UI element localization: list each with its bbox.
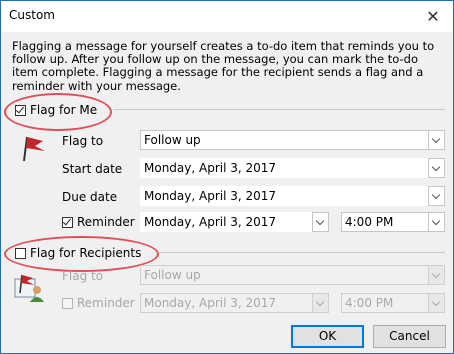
chevron-down-icon[interactable]	[428, 212, 445, 232]
section-divider	[159, 252, 445, 253]
reminder-label: Reminder	[77, 215, 135, 229]
reminder-time-input[interactable]: 4:00 PM	[341, 212, 429, 232]
recipients-flag-to-label: Flag to	[62, 269, 104, 283]
ok-button[interactable]: OK	[291, 325, 364, 348]
start-date-label: Start date	[62, 162, 123, 176]
recipient-flag-icon	[14, 274, 44, 302]
chevron-down-icon[interactable]	[428, 265, 445, 285]
highlight-oval-flag-for-me	[4, 93, 112, 131]
flag-to-label: Flag to	[62, 134, 104, 148]
chevron-down-icon[interactable]	[428, 186, 445, 206]
recipients-flag-to-select[interactable]: Follow up	[140, 265, 429, 285]
description-text: Flagging a message for yourself creates …	[12, 39, 435, 93]
reminder-date-input[interactable]: Monday, April 3, 2017	[140, 212, 313, 232]
chevron-down-icon[interactable]	[312, 212, 329, 232]
recipients-reminder-time-input[interactable]: 4:00 PM	[341, 293, 429, 313]
dialog-title: Custom	[9, 8, 55, 22]
title-bar: Custom ✕	[1, 1, 453, 32]
recipients-reminder-checkbox[interactable]: Reminder	[62, 295, 135, 311]
cancel-button[interactable]: Cancel	[373, 325, 446, 348]
red-flag-icon	[23, 136, 45, 162]
chevron-down-icon[interactable]	[312, 293, 329, 313]
chevron-down-icon[interactable]	[428, 158, 445, 178]
reminder-check[interactable]	[62, 216, 73, 228]
close-icon[interactable]: ✕	[413, 1, 453, 32]
highlight-oval-flag-for-recipients	[4, 236, 159, 272]
recipients-reminder-date-input[interactable]: Monday, April 3, 2017	[140, 293, 313, 313]
due-date-input[interactable]: Monday, April 3, 2017	[140, 186, 429, 206]
custom-dialog: Custom ✕ Flagging a message for yourself…	[0, 0, 454, 354]
recipients-reminder-label: Reminder	[77, 296, 135, 310]
reminder-checkbox[interactable]: Reminder	[62, 214, 135, 230]
due-date-label: Due date	[62, 190, 118, 204]
recipients-reminder-check[interactable]	[62, 297, 73, 309]
section-divider	[113, 109, 445, 110]
start-date-input[interactable]: Monday, April 3, 2017	[140, 158, 429, 178]
chevron-down-icon[interactable]	[428, 130, 445, 150]
chevron-down-icon[interactable]	[428, 293, 445, 313]
flag-to-select[interactable]: Follow up	[140, 130, 429, 150]
